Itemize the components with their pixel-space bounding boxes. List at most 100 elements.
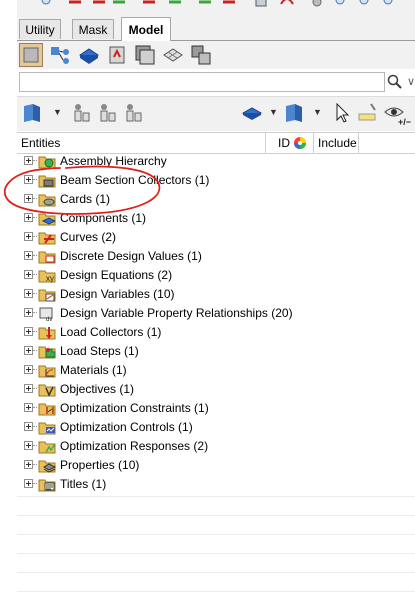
expand-toggle-icon[interactable]: [24, 289, 33, 298]
magnify-icon[interactable]: [333, 0, 349, 8]
arrow-icon[interactable]: [91, 0, 107, 8]
expand-toggle-icon[interactable]: [24, 422, 33, 431]
column-entities[interactable]: Entities: [21, 133, 60, 153]
chevron-down-icon[interactable]: ▼: [313, 107, 322, 117]
magnify-icon[interactable]: [39, 0, 55, 8]
tree-connector: [33, 293, 37, 294]
tree-row-label: Objectives (1): [60, 382, 135, 396]
shaded-element-icon[interactable]: [241, 102, 263, 124]
empty-row-divider: [17, 553, 415, 554]
include-view-button[interactable]: [189, 43, 213, 67]
tree-row-label: Optimization Responses (2): [60, 439, 209, 453]
tree-row-load-steps[interactable]: Load Steps (1): [17, 342, 415, 361]
tree-row-label: Design Variable Property Relationships (…: [60, 306, 293, 320]
arrow-icon[interactable]: [167, 0, 183, 8]
tree-row-beam-section-collectors[interactable]: Beam Section Collectors (1): [17, 171, 415, 190]
expand-toggle-icon[interactable]: [24, 346, 33, 355]
tree-row-label: Assembly Hierarchy: [60, 154, 167, 168]
tree-row-optimization-responses[interactable]: Optimization Responses (2): [17, 437, 415, 456]
column-id[interactable]: ID: [278, 133, 290, 153]
tree-row-discrete-design-values[interactable]: Discrete Design Values (1): [17, 247, 415, 266]
tree-row-design-variable-property-relationships[interactable]: dv Design Variable Property Relationship…: [17, 304, 415, 323]
expand-toggle-icon[interactable]: [24, 156, 33, 165]
svg-text:xy: xy: [46, 274, 54, 283]
materials-icon: [38, 365, 56, 378]
hide-icon[interactable]: [123, 102, 145, 124]
tree-row-properties[interactable]: Properties (10): [17, 456, 415, 475]
expand-toggle-icon[interactable]: [24, 384, 33, 393]
magnify-icon[interactable]: [381, 0, 397, 8]
column-divider[interactable]: [265, 133, 266, 153]
show-icon[interactable]: [97, 102, 119, 124]
tree-row-cards[interactable]: Cards (1): [17, 190, 415, 209]
tree-connector: [33, 179, 37, 180]
load-collectors-icon: [38, 327, 56, 340]
model-view-button[interactable]: [19, 43, 43, 67]
arrow-icon[interactable]: [221, 0, 237, 8]
hierarchy-view-button[interactable]: [49, 43, 73, 67]
expand-toggle-icon[interactable]: [24, 327, 33, 336]
tree-connector: [33, 198, 37, 199]
tree-row-optimization-controls[interactable]: Optimization Controls (1): [17, 418, 415, 437]
tree-connector: [33, 312, 37, 313]
cube-icon[interactable]: [253, 0, 269, 8]
search-icon[interactable]: [387, 74, 403, 90]
expand-toggle-icon[interactable]: [24, 479, 33, 488]
magnify-icon[interactable]: [357, 0, 373, 8]
tree-row-objectives[interactable]: Objectives (1): [17, 380, 415, 399]
tools-icon[interactable]: [309, 0, 325, 8]
arrow-icon[interactable]: [111, 0, 127, 8]
component-view-button[interactable]: [77, 43, 101, 67]
expand-toggle-icon[interactable]: [24, 365, 33, 374]
pointer-icon[interactable]: [331, 102, 353, 124]
tree-row-optimization-constraints[interactable]: Optimization Constraints (1): [17, 399, 415, 418]
plus-minus-label: +/−: [398, 117, 412, 127]
tree-row-design-variables[interactable]: Design Variables (10): [17, 285, 415, 304]
element-color-icon[interactable]: [283, 102, 305, 124]
tree-row-curves[interactable]: Curves (2): [17, 228, 415, 247]
tree-connector: [33, 331, 37, 332]
expand-toggle-icon[interactable]: [24, 270, 33, 279]
arrow-icon[interactable]: [197, 0, 213, 8]
expand-toggle-icon[interactable]: [24, 194, 33, 203]
tree-row-components[interactable]: Components (1): [17, 209, 415, 228]
tree-row-titles[interactable]: Titles (1): [17, 475, 415, 494]
expand-toggle-icon[interactable]: [24, 308, 33, 317]
design-equations-icon: xy: [38, 270, 56, 283]
tree-row-load-collectors[interactable]: Load Collectors (1): [17, 323, 415, 342]
tab-model[interactable]: Model: [121, 17, 171, 41]
expand-toggle-icon[interactable]: [24, 213, 33, 222]
column-include[interactable]: Include: [318, 133, 357, 153]
arrow-icon[interactable]: [67, 0, 83, 8]
expand-toggle-icon[interactable]: [24, 460, 33, 469]
mesh-view-button[interactable]: [161, 43, 185, 67]
expand-toggle-icon[interactable]: [24, 441, 33, 450]
color-wheel-icon[interactable]: [293, 136, 307, 150]
assembly-icon: [38, 156, 56, 169]
curve-icon[interactable]: [279, 0, 295, 8]
tree-row-design-equations[interactable]: xy Design Equations (2): [17, 266, 415, 285]
arrow-icon[interactable]: [141, 0, 157, 8]
tree-row-materials[interactable]: Materials (1): [17, 361, 415, 380]
tab-mask[interactable]: Mask: [72, 19, 114, 39]
display-mode-icon[interactable]: [21, 102, 43, 124]
expand-toggle-icon[interactable]: [24, 232, 33, 241]
chevron-down-icon[interactable]: ∨: [407, 75, 415, 89]
search-input[interactable]: [19, 72, 385, 92]
tree-row-label: Design Variables (10): [60, 287, 175, 301]
chevron-down-icon[interactable]: ▼: [269, 107, 278, 117]
expand-toggle-icon[interactable]: [24, 251, 33, 260]
component-icon: [79, 48, 99, 64]
solid-view-button[interactable]: [105, 43, 129, 67]
solid-icon: [109, 46, 125, 64]
chevron-down-icon[interactable]: ▼: [53, 107, 62, 117]
expand-toggle-icon[interactable]: [24, 403, 33, 412]
tab-utility[interactable]: Utility: [19, 19, 61, 39]
column-divider[interactable]: [313, 133, 314, 153]
select-filter-icon[interactable]: [357, 102, 379, 124]
part-view-button[interactable]: [133, 43, 157, 67]
isolate-icon[interactable]: [71, 102, 93, 124]
column-divider[interactable]: [358, 133, 359, 153]
tree-row-assembly-hierarchy[interactable]: Assembly Hierarchy: [17, 152, 415, 171]
expand-toggle-icon[interactable]: [24, 175, 33, 184]
